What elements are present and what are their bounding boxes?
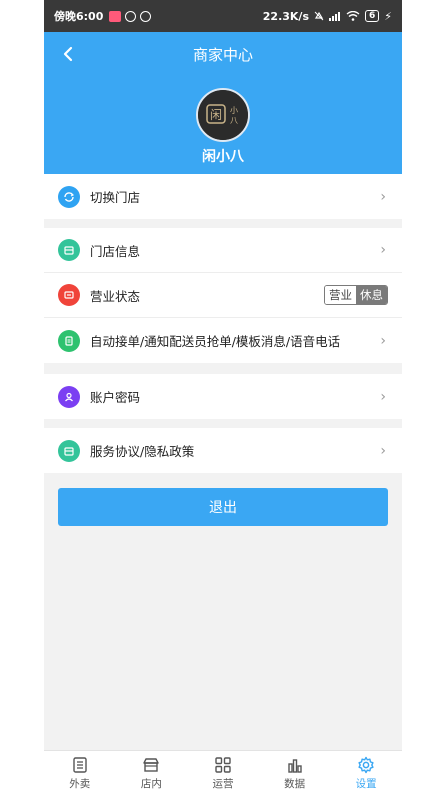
toggle-open-option[interactable]: 营业 bbox=[325, 286, 356, 304]
toggle-rest-option[interactable]: 休息 bbox=[356, 286, 387, 304]
merchant-header: 商家中心 闲 小 八 闲小八 bbox=[44, 32, 402, 174]
status-right: 22.3K/s 6 ⚡ bbox=[263, 10, 392, 23]
store-settings-group: 门店信息 › 营业状态 营业 休息 自动接单/通知配送员抢单/模板消息/语音电话… bbox=[44, 228, 402, 363]
store-icon bbox=[58, 239, 80, 261]
tab-data[interactable]: 数据 bbox=[259, 751, 331, 796]
svg-text:八: 八 bbox=[230, 116, 238, 125]
tab-settings-label: 设置 bbox=[355, 778, 377, 790]
account-password-row[interactable]: 账户密码 › bbox=[44, 374, 402, 419]
shop-icon bbox=[143, 758, 160, 772]
chevron-right-icon: › bbox=[380, 442, 386, 459]
store-name: 闲小八 bbox=[202, 149, 244, 165]
svg-text:小: 小 bbox=[230, 106, 238, 115]
user-icon bbox=[58, 385, 80, 408]
chevron-right-icon: › bbox=[380, 388, 386, 405]
agreement-icon bbox=[58, 439, 80, 462]
tab-data-label: 数据 bbox=[284, 778, 306, 790]
status-icon bbox=[58, 284, 80, 306]
tab-takeout-label: 外卖 bbox=[69, 778, 91, 790]
tab-in-store[interactable]: 店内 bbox=[116, 751, 188, 796]
bar-chart-icon bbox=[287, 759, 302, 773]
list-icon bbox=[73, 757, 87, 773]
chevron-right-icon: › bbox=[380, 332, 386, 349]
auto-order-row[interactable]: 自动接单/通知配送员抢单/模板消息/语音电话 › bbox=[44, 318, 402, 363]
svg-text:闲: 闲 bbox=[210, 108, 222, 122]
status-bar: 傍晚6:00 22.3K/s 6 ⚡ bbox=[44, 0, 402, 32]
policy-row[interactable]: 服务协议/隐私政策 › bbox=[44, 428, 402, 473]
tab-operations-label: 运营 bbox=[212, 778, 234, 790]
store-logo: 闲 小 八 bbox=[198, 90, 248, 140]
mute-icon bbox=[314, 11, 324, 21]
switch-store-group: 切换门店 › bbox=[44, 174, 402, 219]
gear-icon bbox=[358, 756, 374, 774]
business-status-label: 营业状态 bbox=[90, 288, 141, 304]
battery-icon: 6 bbox=[365, 10, 380, 22]
sync-icon-2 bbox=[140, 10, 152, 22]
tab-settings[interactable]: 设置 bbox=[330, 751, 402, 796]
notification-icons bbox=[109, 10, 152, 22]
business-status-toggle[interactable]: 营业 休息 bbox=[324, 285, 388, 305]
chevron-right-icon: › bbox=[380, 188, 386, 205]
policy-label: 服务协议/隐私政策 bbox=[90, 444, 195, 459]
account-password-label: 账户密码 bbox=[90, 390, 141, 405]
tab-operations[interactable]: 运营 bbox=[187, 751, 259, 796]
switch-icon bbox=[58, 185, 80, 208]
tab-in-store-label: 店内 bbox=[140, 778, 162, 790]
document-icon bbox=[58, 329, 80, 352]
account-group: 账户密码 › bbox=[44, 374, 402, 419]
auto-order-label: 自动接单/通知配送员抢单/模板消息/语音电话 bbox=[90, 334, 341, 349]
status-time: 傍晚6:00 bbox=[54, 10, 104, 23]
store-info-label: 门店信息 bbox=[90, 243, 141, 259]
switch-store-label: 切换门店 bbox=[90, 190, 141, 205]
page-title: 商家中心 bbox=[192, 46, 253, 64]
net-speed: 22.3K/s bbox=[262, 9, 309, 23]
business-status-row: 营业状态 营业 休息 bbox=[44, 273, 402, 318]
charging-icon: ⚡ bbox=[384, 9, 392, 23]
bottom-tab-bar: 外卖 店内 运营 数据 设置 bbox=[44, 750, 402, 796]
store-avatar[interactable]: 闲 小 八 bbox=[196, 88, 250, 142]
wifi-icon bbox=[346, 11, 360, 21]
logout-button[interactable]: 退出 bbox=[58, 488, 388, 526]
chevron-right-icon: › bbox=[380, 242, 386, 258]
sync-icon bbox=[125, 10, 137, 22]
app-screen: 傍晚6:00 22.3K/s 6 ⚡ 商家中心 闲 小 八 闲小八 切换门店 ›… bbox=[44, 0, 402, 796]
store-info-row[interactable]: 门店信息 › bbox=[44, 228, 402, 273]
grid-icon bbox=[215, 757, 231, 773]
signal-icon bbox=[329, 12, 340, 21]
switch-store-row[interactable]: 切换门店 › bbox=[44, 174, 402, 219]
tab-takeout[interactable]: 外卖 bbox=[44, 751, 116, 796]
policy-group: 服务协议/隐私政策 › bbox=[44, 428, 402, 473]
app-notification-icon bbox=[109, 10, 122, 22]
